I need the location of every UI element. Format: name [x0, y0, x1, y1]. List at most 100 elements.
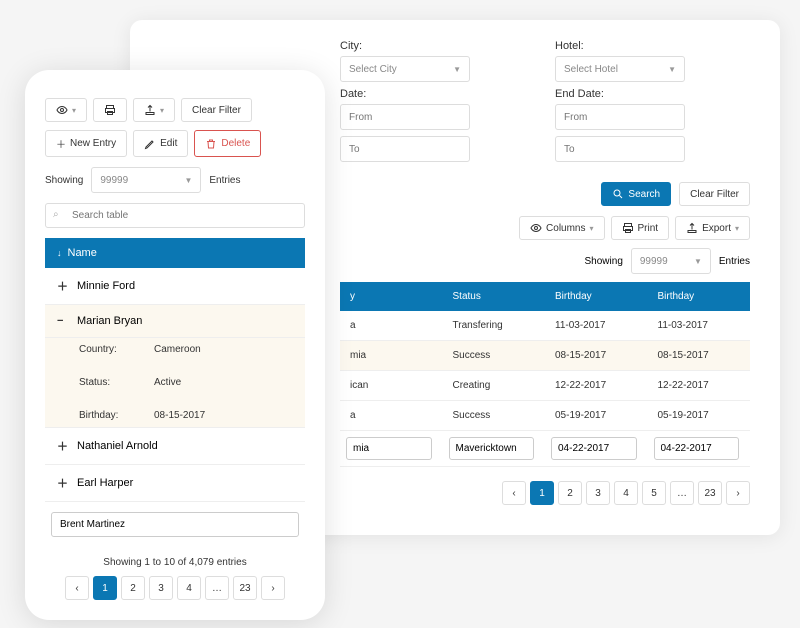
row-name: Marian Bryan	[77, 315, 142, 327]
print-icon	[622, 222, 634, 234]
clear-filter-button[interactable]: Clear Filter	[181, 98, 252, 122]
edit-cell-input[interactable]	[551, 437, 637, 460]
page-number[interactable]: 23	[698, 481, 722, 505]
list-item[interactable]: ＋ Earl Harper	[45, 465, 305, 502]
edit-cell-input[interactable]	[449, 437, 535, 460]
detail-value: Active	[154, 377, 181, 388]
page-number[interactable]: 4	[177, 576, 201, 600]
entries-label: Entries	[209, 175, 240, 186]
list-item[interactable]: ＋ Nathaniel Arnold	[45, 428, 305, 465]
print-icon	[104, 104, 116, 116]
column-header[interactable]: Status	[443, 282, 546, 311]
page-number[interactable]: 23	[233, 576, 257, 600]
page-number[interactable]: 3	[586, 481, 610, 505]
date-to-input[interactable]	[340, 136, 470, 162]
export-button[interactable]: Export ▾	[675, 216, 750, 240]
trash-icon	[205, 138, 217, 150]
page-next[interactable]: ›	[726, 481, 750, 505]
page-number[interactable]: 3	[149, 576, 173, 600]
eye-icon	[530, 222, 542, 234]
list-item-editing	[45, 502, 305, 547]
print-button[interactable]: Print	[611, 216, 670, 240]
new-entry-button[interactable]: ＋ New Entry	[45, 130, 127, 157]
end-date-label: End Date:	[555, 88, 750, 100]
city-label: City:	[340, 40, 535, 52]
pager-info: Showing 1 to 10 of 4,079 entries	[45, 557, 305, 568]
chevron-down-icon: ▾	[590, 224, 594, 233]
table-header-row: y Status Birthday Birthday	[340, 282, 750, 311]
visibility-dropdown[interactable]: ▾	[45, 98, 87, 122]
mobile-toolbar-1: ▾ ▾ Clear Filter	[45, 98, 305, 122]
columns-button[interactable]: Columns ▾	[519, 216, 604, 240]
table-row[interactable]: aTransfering11-03-201711-03-2017	[340, 311, 750, 341]
page-number[interactable]: 4	[614, 481, 638, 505]
export-icon	[144, 104, 156, 116]
print-button[interactable]	[93, 98, 127, 122]
chevron-down-icon: ▾	[160, 106, 164, 115]
detail-label: Birthday:	[79, 410, 154, 421]
edit-cell-input[interactable]	[654, 437, 740, 460]
column-header[interactable]: y	[340, 282, 443, 311]
plus-icon: ＋	[56, 136, 66, 151]
mobile-table-panel: ▾ ▾ Clear Filter ＋ New Entry Edit Delete…	[25, 70, 325, 620]
page-prev[interactable]: ‹	[65, 576, 89, 600]
page-ellipsis: …	[205, 576, 229, 600]
page-number[interactable]: 5	[642, 481, 666, 505]
search-input[interactable]	[45, 203, 305, 228]
page-next[interactable]: ›	[261, 576, 285, 600]
entries-select[interactable]: 99999▼	[631, 248, 711, 274]
column-name-header: Name	[68, 247, 97, 259]
table-row[interactable]: aSuccess05-19-201705-19-2017	[340, 401, 750, 431]
column-header[interactable]: Birthday	[648, 282, 751, 311]
export-dropdown[interactable]: ▾	[133, 98, 175, 122]
page-number[interactable]: 1	[530, 481, 554, 505]
city-select[interactable]: Select City▼	[340, 56, 470, 82]
entries-select[interactable]: 99999▼	[91, 167, 201, 193]
table-row-editing[interactable]	[340, 431, 750, 467]
showing-label: Showing	[45, 175, 83, 186]
table-header[interactable]: ↓ Name	[45, 238, 305, 268]
chevron-down-icon: ▾	[72, 106, 76, 115]
page-number[interactable]: 2	[121, 576, 145, 600]
date-filters: Date: End Date:	[340, 88, 750, 168]
edit-button[interactable]: Edit	[133, 130, 188, 157]
table-row[interactable]: icanCreating12-22-201712-22-2017	[340, 371, 750, 401]
page-number[interactable]: 2	[558, 481, 582, 505]
hotel-select[interactable]: Select Hotel▼	[555, 56, 685, 82]
list-item[interactable]: ＋ Minnie Ford	[45, 268, 305, 305]
page-ellipsis: …	[670, 481, 694, 505]
detail-label: Status:	[79, 377, 154, 388]
expand-icon[interactable]: ＋	[57, 278, 67, 294]
pencil-icon	[144, 138, 156, 150]
date-from-input[interactable]	[340, 104, 470, 130]
delete-button[interactable]: Delete	[194, 130, 261, 157]
search-button[interactable]: Search	[601, 182, 671, 206]
chevron-down-icon: ▼	[668, 65, 676, 74]
expand-icon[interactable]: ＋	[57, 475, 67, 491]
sort-ascending-icon: ↓	[57, 248, 62, 258]
pagination: ‹ 1 2 3 4 … 23 ›	[45, 576, 305, 600]
page-prev[interactable]: ‹	[502, 481, 526, 505]
expand-icon[interactable]: ＋	[57, 438, 67, 454]
collapse-icon[interactable]: −	[57, 315, 67, 327]
filter-actions: Search Clear Filter	[340, 182, 750, 206]
edit-cell-input[interactable]	[346, 437, 432, 460]
end-date-to-input[interactable]	[555, 136, 685, 162]
chevron-down-icon: ▼	[694, 257, 702, 266]
page-number[interactable]: 1	[93, 576, 117, 600]
mobile-toolbar-2: ＋ New Entry Edit Delete	[45, 130, 305, 157]
table-row[interactable]: miaSuccess08-15-201708-15-2017	[340, 341, 750, 371]
entries-label: Entries	[719, 256, 750, 267]
row-name: Earl Harper	[77, 477, 133, 489]
chevron-down-icon: ▼	[184, 176, 192, 185]
list-item-expanded[interactable]: − Marian Bryan	[45, 305, 305, 338]
row-name: Minnie Ford	[77, 280, 135, 292]
entries-selector: Showing 99999▼ Entries	[45, 167, 305, 193]
column-header[interactable]: Birthday	[545, 282, 648, 311]
edit-name-input[interactable]	[51, 512, 299, 537]
search-wrap: ⌕	[45, 203, 305, 228]
search-icon	[612, 188, 624, 200]
end-date-from-input[interactable]	[555, 104, 685, 130]
showing-label: Showing	[585, 256, 623, 267]
clear-filter-button[interactable]: Clear Filter	[679, 182, 750, 206]
